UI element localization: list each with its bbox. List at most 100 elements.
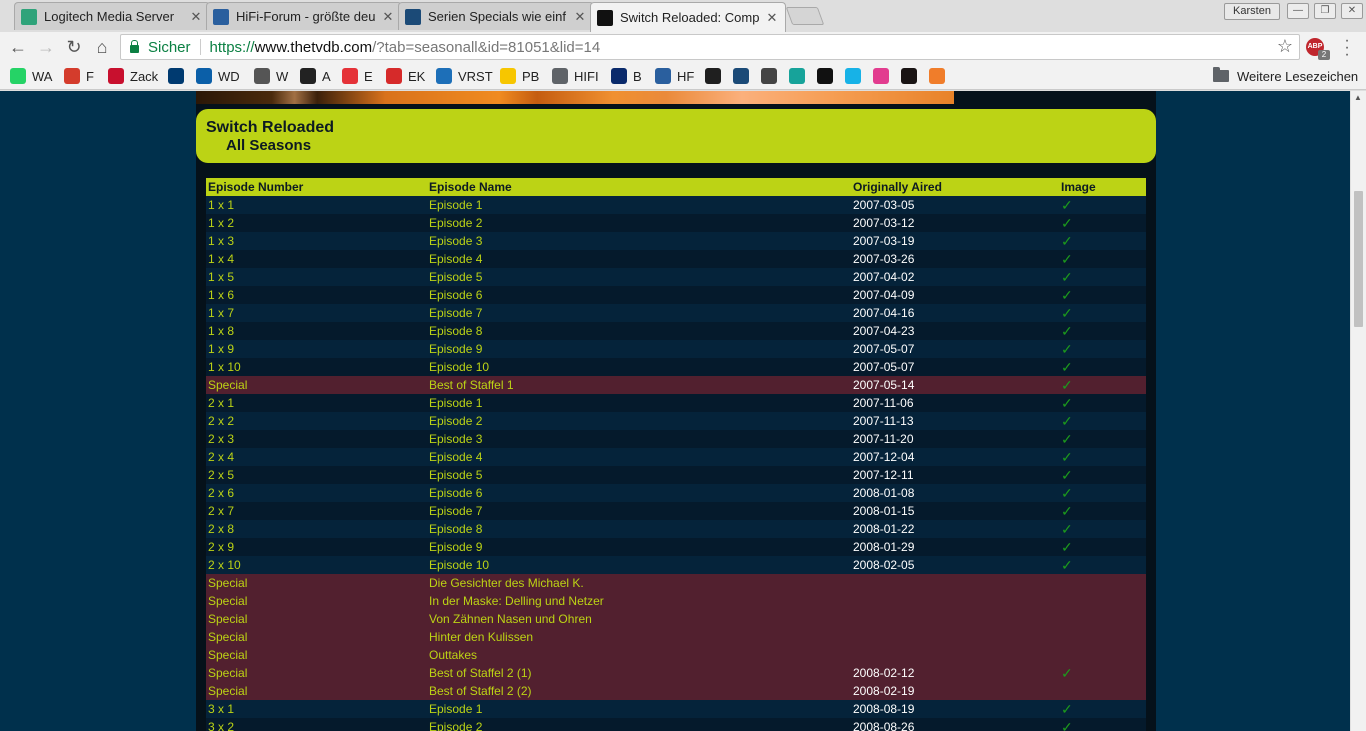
bookmark-star-icon[interactable]: ☆ xyxy=(1277,36,1293,57)
episode-name-link[interactable]: Episode 2 xyxy=(427,718,851,731)
episode-name-link[interactable]: Episode 10 xyxy=(427,556,851,574)
episode-number-link[interactable]: 1 x 2 xyxy=(206,214,427,232)
bookmark-item[interactable]: EK xyxy=(386,67,425,85)
episode-number-link[interactable]: 2 x 3 xyxy=(206,430,427,448)
episode-name-link[interactable]: Best of Staffel 2 (1) xyxy=(427,664,851,682)
episode-name-link[interactable]: Episode 8 xyxy=(427,520,851,538)
episode-number-link[interactable]: 3 x 1 xyxy=(206,700,427,718)
bookmark-item[interactable]: Zack xyxy=(108,67,158,85)
episode-number-link[interactable]: 1 x 8 xyxy=(206,322,427,340)
episode-name-link[interactable]: Episode 1 xyxy=(427,196,851,214)
bookmark-item[interactable] xyxy=(845,67,867,85)
bookmark-item[interactable] xyxy=(705,67,727,85)
episode-number-link[interactable]: 3 x 2 xyxy=(206,718,427,731)
episode-name-link[interactable]: Von Zähnen Nasen und Ohren xyxy=(427,610,851,628)
bookmark-item[interactable]: W xyxy=(254,67,288,85)
episode-number-link[interactable]: Special xyxy=(206,574,427,592)
bookmark-item[interactable]: WD xyxy=(196,67,240,85)
episode-number-link[interactable]: 2 x 1 xyxy=(206,394,427,412)
episode-number-link[interactable]: 1 x 10 xyxy=(206,358,427,376)
browser-tab[interactable]: Logitech Media Server ✕ xyxy=(14,2,210,30)
bookmark-item[interactable] xyxy=(929,67,951,85)
forward-button[interactable]: → xyxy=(35,36,57,58)
episode-name-link[interactable]: Episode 3 xyxy=(427,430,851,448)
episode-name-link[interactable]: In der Maske: Delling und Netzer xyxy=(427,592,851,610)
bookmark-item[interactable] xyxy=(733,67,755,85)
reload-button[interactable]: ↻ xyxy=(63,36,85,58)
episode-number-link[interactable]: 2 x 5 xyxy=(206,466,427,484)
episode-name-link[interactable]: Episode 10 xyxy=(427,358,851,376)
episode-number-link[interactable]: 2 x 8 xyxy=(206,520,427,538)
browser-tab[interactable]: Switch Reloaded: Comp ✕ xyxy=(590,2,786,32)
episode-number-link[interactable]: 1 x 6 xyxy=(206,286,427,304)
episode-name-link[interactable]: Episode 5 xyxy=(427,268,851,286)
menu-icon[interactable]: · · · xyxy=(1340,33,1354,63)
episode-name-link[interactable]: Episode 4 xyxy=(427,448,851,466)
bookmark-item[interactable]: F xyxy=(64,67,94,85)
episode-name-link[interactable]: Episode 2 xyxy=(427,214,851,232)
back-button[interactable]: ← xyxy=(7,36,29,58)
profile-button[interactable]: Karsten xyxy=(1224,3,1280,20)
bookmark-item[interactable]: B xyxy=(611,67,642,85)
episode-name-link[interactable]: Outtakes xyxy=(427,646,851,664)
episode-name-link[interactable]: Best of Staffel 2 (2) xyxy=(427,682,851,700)
new-tab-button[interactable] xyxy=(785,7,825,25)
episode-number-link[interactable]: Special xyxy=(206,682,427,700)
bookmark-item[interactable] xyxy=(761,67,783,85)
bookmark-item[interactable]: PB xyxy=(500,67,539,85)
episode-number-link[interactable]: Special xyxy=(206,664,427,682)
minimize-icon[interactable]: — xyxy=(1287,3,1309,19)
bookmark-item[interactable] xyxy=(789,67,811,85)
episode-number-link[interactable]: 2 x 7 xyxy=(206,502,427,520)
close-window-icon[interactable]: ✕ xyxy=(1341,3,1363,19)
other-bookmarks-folder[interactable]: Weitere Lesezeichen xyxy=(1213,67,1358,85)
episode-number-link[interactable]: Special xyxy=(206,628,427,646)
episode-name-link[interactable]: Episode 9 xyxy=(427,538,851,556)
browser-tab[interactable]: HiFi-Forum - größte deu ✕ xyxy=(206,2,402,30)
episode-name-link[interactable]: Episode 4 xyxy=(427,250,851,268)
bookmark-item[interactable] xyxy=(873,67,895,85)
episode-name-link[interactable]: Episode 6 xyxy=(427,286,851,304)
episode-name-link[interactable]: Hinter den Kulissen xyxy=(427,628,851,646)
page-scrollbar[interactable]: ▲ xyxy=(1350,91,1366,731)
episode-number-link[interactable]: 1 x 3 xyxy=(206,232,427,250)
scroll-up-icon[interactable]: ▲ xyxy=(1354,93,1362,102)
bookmark-item[interactable] xyxy=(901,67,923,85)
bookmark-item[interactable]: HIFI xyxy=(552,67,599,85)
tab-close-icon[interactable]: ✕ xyxy=(573,9,587,25)
episode-number-link[interactable]: 2 x 2 xyxy=(206,412,427,430)
episode-name-link[interactable]: Episode 1 xyxy=(427,700,851,718)
episode-name-link[interactable]: Episode 2 xyxy=(427,412,851,430)
episode-number-link[interactable]: 1 x 9 xyxy=(206,340,427,358)
episode-number-link[interactable]: 2 x 9 xyxy=(206,538,427,556)
episode-name-link[interactable]: Episode 3 xyxy=(427,232,851,250)
bookmark-item[interactable]: VRST xyxy=(436,67,493,85)
bookmark-item[interactable] xyxy=(817,67,839,85)
tab-close-icon[interactable]: ✕ xyxy=(765,10,779,26)
episode-name-link[interactable]: Episode 8 xyxy=(427,322,851,340)
episode-number-link[interactable]: 1 x 5 xyxy=(206,268,427,286)
episode-number-link[interactable]: 1 x 1 xyxy=(206,196,427,214)
tab-close-icon[interactable]: ✕ xyxy=(189,9,203,25)
episode-name-link[interactable]: Best of Staffel 1 xyxy=(427,376,851,394)
episode-number-link[interactable]: 1 x 4 xyxy=(206,250,427,268)
episode-number-link[interactable]: 2 x 10 xyxy=(206,556,427,574)
episode-name-link[interactable]: Die Gesichter des Michael K. xyxy=(427,574,851,592)
episode-number-link[interactable]: 1 x 7 xyxy=(206,304,427,322)
episode-number-link[interactable]: Special xyxy=(206,376,427,394)
scrollbar-thumb[interactable] xyxy=(1354,191,1363,327)
episode-name-link[interactable]: Episode 1 xyxy=(427,394,851,412)
maximize-icon[interactable]: ❐ xyxy=(1314,3,1336,19)
bookmark-item[interactable]: A xyxy=(300,67,331,85)
episode-number-link[interactable]: 2 x 4 xyxy=(206,448,427,466)
home-button[interactable]: ⌂ xyxy=(91,36,113,58)
episode-number-link[interactable]: Special xyxy=(206,610,427,628)
episode-name-link[interactable]: Episode 9 xyxy=(427,340,851,358)
bookmark-item[interactable]: WA xyxy=(10,67,52,85)
episode-number-link[interactable]: Special xyxy=(206,592,427,610)
episode-name-link[interactable]: Episode 7 xyxy=(427,304,851,322)
bookmark-item[interactable]: E xyxy=(342,67,373,85)
browser-tab[interactable]: Serien Specials wie einf ✕ xyxy=(398,2,594,30)
bookmark-item[interactable] xyxy=(168,67,190,85)
tab-close-icon[interactable]: ✕ xyxy=(381,9,395,25)
